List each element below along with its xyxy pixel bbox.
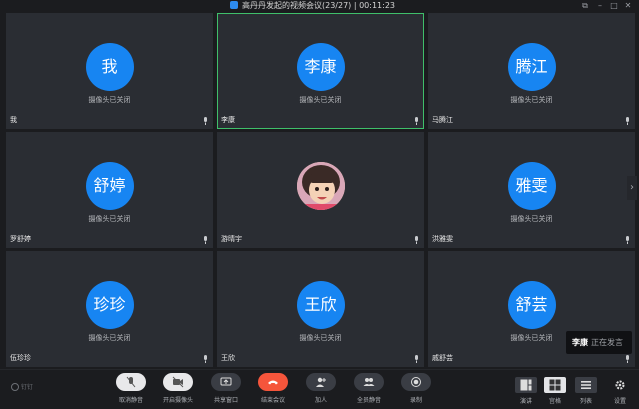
share-label: 共享窗口 — [213, 397, 238, 404]
list-view-button[interactable]: 列表 — [575, 377, 597, 407]
grid-layout-icon — [544, 377, 566, 393]
camera-status: 摄像头已关闭 — [88, 215, 131, 223]
speaking-status: 正在发言 — [591, 338, 623, 347]
record-icon — [401, 373, 431, 391]
avatar: 珍珍 — [85, 281, 134, 329]
minimize-button[interactable]: – — [595, 1, 605, 11]
avatar: 腾江 — [507, 43, 556, 91]
speaker-view-button[interactable]: 演讲 — [515, 377, 537, 407]
window-title: 高丹丹发起的视频会议(23/27) | 00:11:23 — [230, 0, 395, 12]
speaker-view-label: 演讲 — [519, 398, 532, 405]
list-layout-icon — [575, 377, 597, 393]
child-photo-icon — [296, 162, 345, 210]
add-people-button[interactable]: 加人 — [301, 373, 341, 407]
mic-off-icon — [116, 373, 146, 391]
participant-name: 洪雅雯 — [432, 235, 453, 243]
camera-status: 摄像头已关闭 — [88, 334, 131, 342]
camera-off-icon — [163, 373, 193, 391]
mic-icon — [626, 117, 629, 125]
speaker-layout-icon — [515, 377, 537, 393]
share-window-button[interactable]: 共享窗口 — [206, 373, 246, 407]
settings-label: 设置 — [613, 398, 626, 405]
lock-icon — [230, 1, 238, 9]
avatar: 舒芸 — [507, 281, 556, 329]
end-label: 结束会议 — [260, 397, 285, 404]
mic-icon — [204, 117, 207, 125]
meeting-title-text: 高丹丹发起的视频会议(23/27) | 00:11:23 — [242, 1, 396, 10]
participant-tile[interactable]: 腾江 摄像头已关闭 马腾江 — [428, 13, 635, 129]
next-page-chevron-icon[interactable]: › — [627, 176, 637, 200]
record-label: 录制 — [409, 397, 422, 404]
list-view-label: 列表 — [579, 398, 592, 405]
participant-name: 戚舒芸 — [432, 354, 453, 362]
mute-all-label: 全员静音 — [356, 397, 381, 404]
end-meeting-button[interactable]: 结束会议 — [253, 373, 293, 407]
hang-up-icon — [258, 373, 288, 391]
avatar: 我 — [85, 43, 134, 91]
gear-icon — [609, 377, 631, 393]
avatar: 雅雯 — [507, 162, 556, 210]
camera-status: 摄像头已关闭 — [510, 96, 553, 104]
participant-name: 李康 — [221, 116, 235, 124]
mic-icon — [415, 355, 418, 363]
participant-name: 我 — [10, 116, 17, 124]
participant-name: 马腾江 — [432, 116, 453, 124]
mic-icon — [204, 236, 207, 244]
record-button[interactable]: 录制 — [396, 373, 436, 407]
unmute-button[interactable]: 取消静音 — [111, 373, 151, 407]
mic-icon — [626, 236, 629, 244]
close-button[interactable]: ✕ — [623, 1, 633, 11]
mic-icon — [626, 355, 629, 363]
speaking-indicator: 李康 正在发言 — [566, 331, 632, 354]
maximize-button[interactable]: □ — [609, 1, 619, 11]
participant-name: 伍珍珍 — [10, 354, 31, 362]
avatar: 李康 — [296, 43, 345, 91]
participant-tile[interactable]: 雅雯 摄像头已关闭 洪雅雯 — [428, 132, 635, 248]
camera-status: 摄像头已关闭 — [299, 334, 342, 342]
camera-label: 开启摄像头 — [162, 397, 193, 404]
participant-name: 游晴宇 — [221, 235, 242, 243]
join-label: 加人 — [314, 397, 327, 404]
participant-tile[interactable]: 王欣 摄像头已关闭 王欣 — [217, 251, 424, 367]
mic-icon — [415, 117, 418, 125]
popout-icon[interactable]: ⧉ — [580, 1, 590, 11]
participant-tile[interactable]: 游晴宇 — [217, 132, 424, 248]
unmute-label: 取消静音 — [118, 397, 143, 404]
grid-view-label: 宫格 — [548, 398, 561, 405]
participant-tile-active[interactable]: 李康 摄像头已关闭 李康 — [217, 13, 424, 129]
camera-button[interactable]: 开启摄像头 — [158, 373, 198, 407]
brand-logo: 钉钉 — [11, 382, 33, 391]
camera-status: 摄像头已关闭 — [299, 96, 342, 104]
speaker-name: 李康 — [572, 338, 588, 347]
mic-icon — [415, 236, 418, 244]
grid-view-button[interactable]: 宫格 — [544, 377, 566, 407]
dingtalk-icon — [11, 383, 19, 391]
camera-status: 摄像头已关闭 — [88, 96, 131, 104]
participant-name: 王欣 — [221, 354, 235, 362]
participant-tile[interactable]: 舒婷 摄像头已关闭 罗舒婷 — [6, 132, 213, 248]
mute-all-button[interactable]: 全员静音 — [349, 373, 389, 407]
title-bar: 高丹丹发起的视频会议(23/27) | 00:11:23 ⧉ – □ ✕ — [0, 0, 639, 12]
meeting-toolbar: 钉钉 取消静音 开启摄像头 共享窗口 结束会议 加人 全员静音 录制 演讲 宫格… — [0, 369, 639, 409]
participant-name: 罗舒婷 — [10, 235, 31, 243]
brand-name: 钉钉 — [21, 384, 34, 391]
profile-photo — [296, 162, 345, 210]
avatar: 舒婷 — [85, 162, 134, 210]
add-user-icon — [306, 373, 336, 391]
avatar: 王欣 — [296, 281, 345, 329]
participant-tile[interactable]: 我 摄像头已关闭 我 — [6, 13, 213, 129]
camera-status: 摄像头已关闭 — [510, 215, 553, 223]
group-mute-icon — [354, 373, 384, 391]
video-grid: 我 摄像头已关闭 我 李康 摄像头已关闭 李康 腾江 摄像头已关闭 马腾江 舒婷… — [6, 13, 635, 367]
participant-tile[interactable]: 珍珍 摄像头已关闭 伍珍珍 — [6, 251, 213, 367]
share-screen-icon — [211, 373, 241, 391]
mic-icon — [204, 355, 207, 363]
settings-button[interactable]: 设置 — [609, 377, 631, 407]
